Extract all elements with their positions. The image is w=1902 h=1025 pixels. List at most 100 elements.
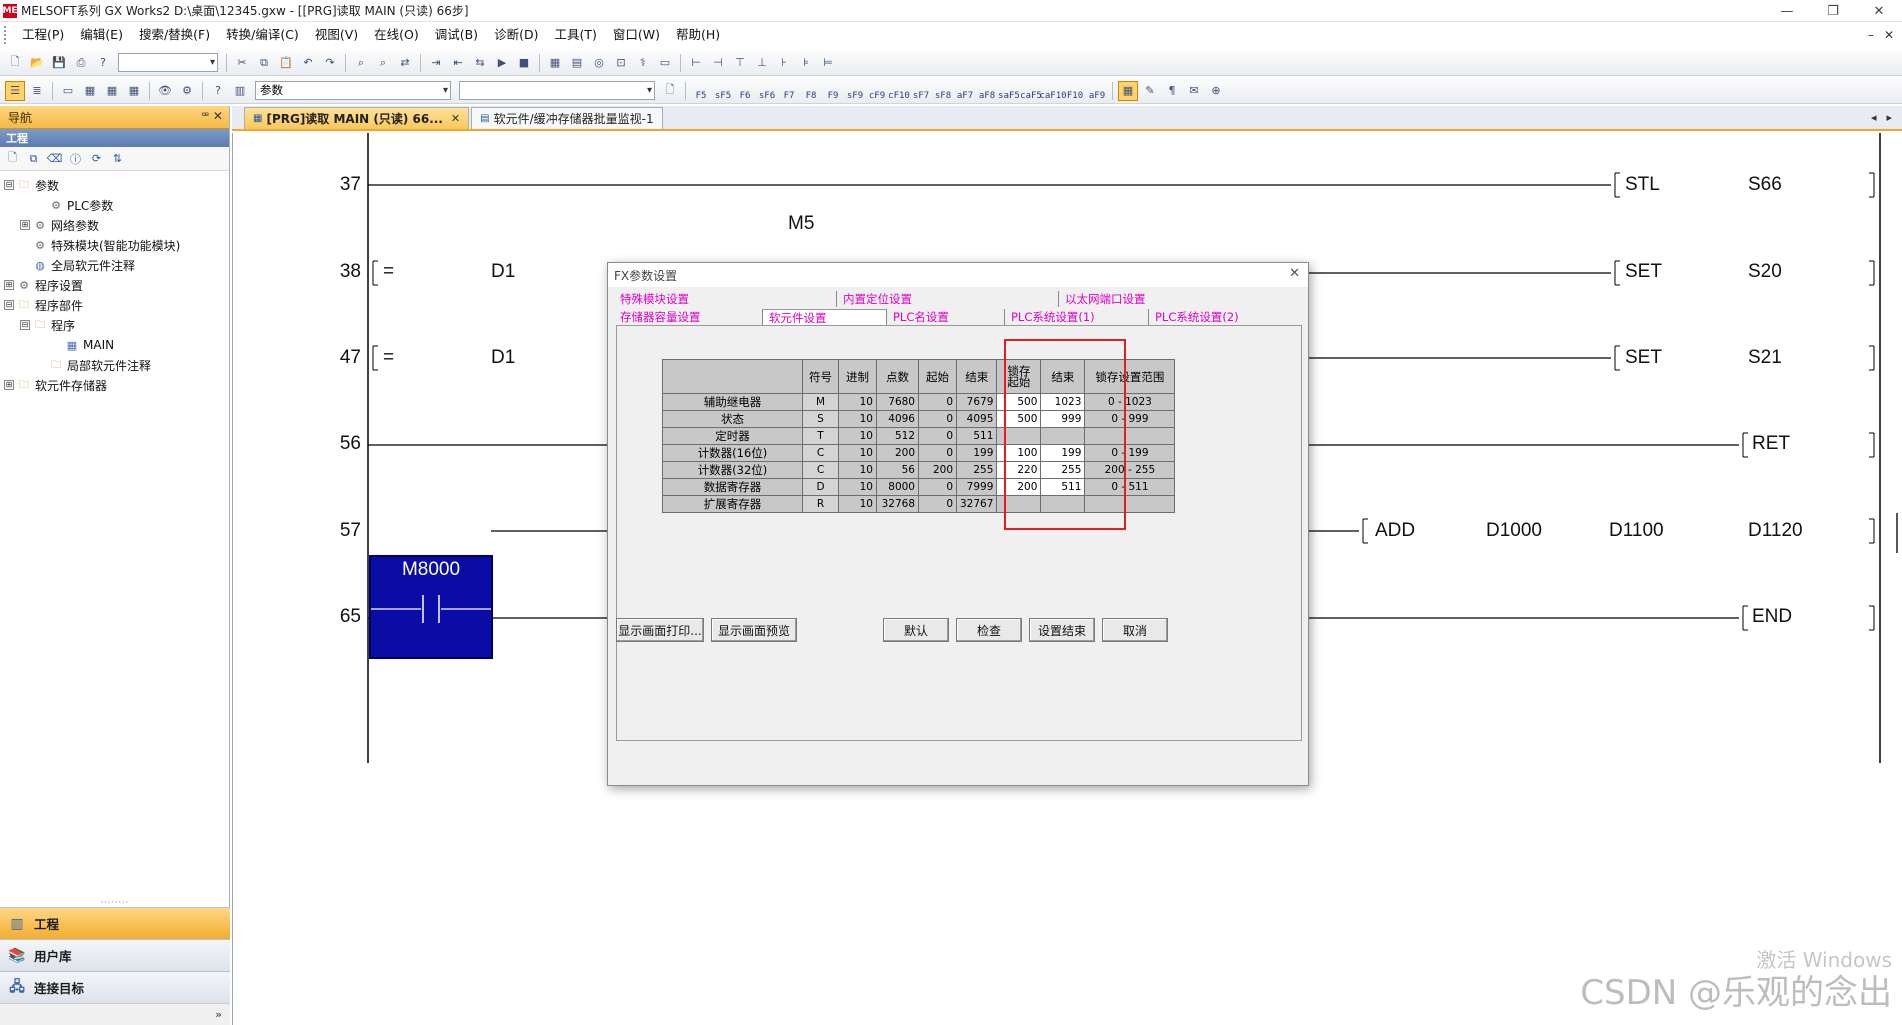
toolbar-combo-1[interactable] — [118, 53, 218, 72]
simulator-icon[interactable]: ⊡ — [611, 53, 631, 73]
tab-device-setting[interactable]: 软元件设置 — [762, 309, 886, 325]
open-doc-icon[interactable]: 🗋 — [660, 81, 680, 101]
print-icon[interactable]: ⎙ — [71, 53, 91, 73]
ladder-key-icon[interactable]: aF7 — [955, 81, 975, 101]
monitor-start-icon[interactable]: ▶ — [492, 53, 512, 73]
read-plc-icon[interactable]: ⇤ — [448, 53, 468, 73]
new-file-icon[interactable]: 🗋 — [5, 53, 25, 73]
watch-icon[interactable]: ◎ — [589, 53, 609, 73]
menu-edit[interactable]: 编辑(E) — [72, 22, 131, 48]
ladder-key-icon[interactable]: caF10 — [1039, 81, 1066, 101]
device-search-icon[interactable]: ⌕ — [351, 53, 371, 73]
dialog-close-icon[interactable]: ✕ — [1289, 266, 1300, 281]
ladder-key-icon[interactable]: aF8 — [977, 81, 997, 101]
tab-ethernet-port[interactable]: 以太网端口设置 — [1058, 291, 1290, 307]
navigation-toggle-icon[interactable]: ☰ — [5, 80, 25, 101]
menu-debug[interactable]: 调试(B) — [427, 22, 486, 48]
refresh-icon[interactable]: ⟳ — [88, 150, 105, 167]
tools-dropdown-icon[interactable]: ⚙ — [177, 81, 197, 101]
tree-item[interactable]: ⊞ 🗀 软元件存储器 — [0, 375, 229, 395]
verify-plc-icon[interactable]: ⇆ — [470, 53, 490, 73]
tree-item[interactable]: 🗀 局部软元件注释 — [0, 355, 229, 375]
redo-icon[interactable]: ↷ — [320, 53, 340, 73]
ladder-key-icon[interactable]: sF9 — [845, 81, 865, 101]
preview-screen-button[interactable]: 显示画面预览 — [711, 618, 797, 642]
latch-start-field[interactable]: 500 — [996, 410, 1042, 428]
parameter-icon[interactable]: ▥ — [230, 81, 250, 101]
ladder-key-icon[interactable]: F6 — [735, 81, 755, 101]
cross-ref-icon[interactable]: ⇄ — [395, 53, 415, 73]
tree-expander-icon[interactable]: ⊞ — [4, 380, 14, 390]
menu-tools[interactable]: 工具(T) — [546, 22, 604, 48]
tab-main-program[interactable]: ▦ [PRG]读取 MAIN (只读) 66... ✕ — [244, 107, 470, 129]
statement-icon[interactable]: ¶ — [1162, 81, 1182, 101]
property-icon[interactable]: ⓘ — [67, 150, 84, 167]
instruction-stl[interactable]: STL — [1625, 174, 1660, 196]
latch-end-field[interactable]: 511 — [1040, 478, 1086, 496]
target-combo[interactable]: 参数 — [255, 81, 451, 100]
undo-icon[interactable]: ↶ — [298, 53, 318, 73]
help-circle-icon[interactable]: ? — [208, 81, 228, 101]
tab-memory-capacity[interactable]: 存储器容量设置 — [614, 309, 762, 325]
cancel-button[interactable]: 取消 — [1102, 618, 1168, 642]
instruction-set[interactable]: SET — [1625, 347, 1662, 369]
tree-item[interactable]: ⚙ PLC参数 — [0, 195, 229, 215]
check-button[interactable]: 检查 — [956, 618, 1022, 642]
ladder-key-icon[interactable]: saF5 — [998, 81, 1020, 101]
menu-diagnostics[interactable]: 诊断(D) — [486, 22, 546, 48]
ladder-key-icon[interactable]: F7 — [779, 81, 799, 101]
tree-item[interactable]: ◍ 全局软元件注释 — [0, 255, 229, 275]
menu-find-replace[interactable]: 搜索/替换(F) — [131, 22, 218, 48]
latch-start-field[interactable]: 500 — [996, 393, 1042, 411]
operand-d1120[interactable]: D1120 — [1748, 520, 1803, 542]
zoom-icon[interactable]: ⊕ — [1206, 81, 1226, 101]
tree-expander-icon[interactable]: ⊟ — [4, 300, 14, 310]
ladder-key-icon[interactable]: sF6 — [757, 81, 777, 101]
tree-item[interactable]: ⊞ ⚙ 程序设置 — [0, 275, 229, 295]
ladder-key-icon[interactable]: cF10 — [888, 81, 910, 101]
tree-item[interactable]: ⊟ 🗀 程序 — [0, 315, 229, 335]
instruction-ret[interactable]: RET — [1752, 433, 1790, 455]
nav-tab-connection[interactable]: 🖧 连接目标 — [0, 971, 230, 1003]
tree-expander-icon[interactable]: ⊞ — [20, 220, 30, 230]
latch-end-field[interactable]: 199 — [1040, 444, 1086, 462]
paste-icon[interactable]: 📋 — [276, 53, 296, 73]
menu-help[interactable]: 帮助(H) — [668, 22, 728, 48]
copy-icon[interactable]: ⧉ — [254, 53, 274, 73]
note-icon[interactable]: ✉ — [1184, 81, 1204, 101]
diagnose-icon[interactable]: ⚕ — [633, 53, 653, 73]
ladder-key-icon[interactable]: F8 — [801, 81, 821, 101]
nav-splitter[interactable]: ········ — [0, 899, 230, 907]
monitor-stop-icon[interactable]: ■ — [514, 53, 534, 73]
tab-builtin-positioning[interactable]: 内置定位设置 — [836, 291, 1058, 307]
tree-expander-icon[interactable]: ⊟ — [4, 180, 14, 190]
instruction-add[interactable]: ADD — [1375, 520, 1415, 542]
copy-data-icon[interactable]: ⧉ — [25, 150, 42, 167]
latch-start-field[interactable]: 220 — [996, 461, 1042, 479]
tree-item[interactable]: ⊟ 🗀 参数 — [0, 175, 229, 195]
ladder-key-icon[interactable]: F9 — [823, 81, 843, 101]
ladder-tool-icon[interactable]: ⊨ — [818, 53, 838, 73]
open-folder-icon[interactable]: 📂 — [27, 53, 47, 73]
tree-item[interactable]: ⊟ 🗀 程序部件 — [0, 295, 229, 315]
tree-expander-icon[interactable]: ⊟ — [20, 320, 30, 330]
default-button[interactable]: 默认 — [883, 618, 949, 642]
ladder-tool-icon[interactable]: ⊢ — [686, 53, 706, 73]
comment-icon[interactable]: ✎ — [1140, 81, 1160, 101]
compare-equal[interactable]: = — [383, 261, 394, 283]
menu-compile[interactable]: 转换/编译(C) — [218, 22, 307, 48]
menu-window[interactable]: 窗口(W) — [605, 22, 668, 48]
instruction-set[interactable]: SET — [1625, 261, 1662, 283]
tree-expander-icon[interactable]: ⊞ — [4, 280, 14, 290]
menu-view[interactable]: 视图(V) — [307, 22, 366, 48]
print-screen-button[interactable]: 显示画面打印... — [616, 618, 704, 642]
operand-d1100[interactable]: D1100 — [1609, 520, 1664, 542]
ladder-key-icon[interactable]: sF8 — [933, 81, 953, 101]
instruction-end[interactable]: END — [1752, 606, 1792, 628]
mdi-minimize-icon[interactable]: – — [1868, 28, 1874, 42]
operand-d1[interactable]: D1 — [491, 347, 515, 369]
cut-icon[interactable]: ✂ — [232, 53, 252, 73]
sort-icon[interactable]: ⇅ — [109, 150, 126, 167]
nav-header-controls[interactable]: ꟹ ✕ — [201, 109, 223, 123]
device-icon[interactable]: ▦ — [80, 81, 100, 101]
